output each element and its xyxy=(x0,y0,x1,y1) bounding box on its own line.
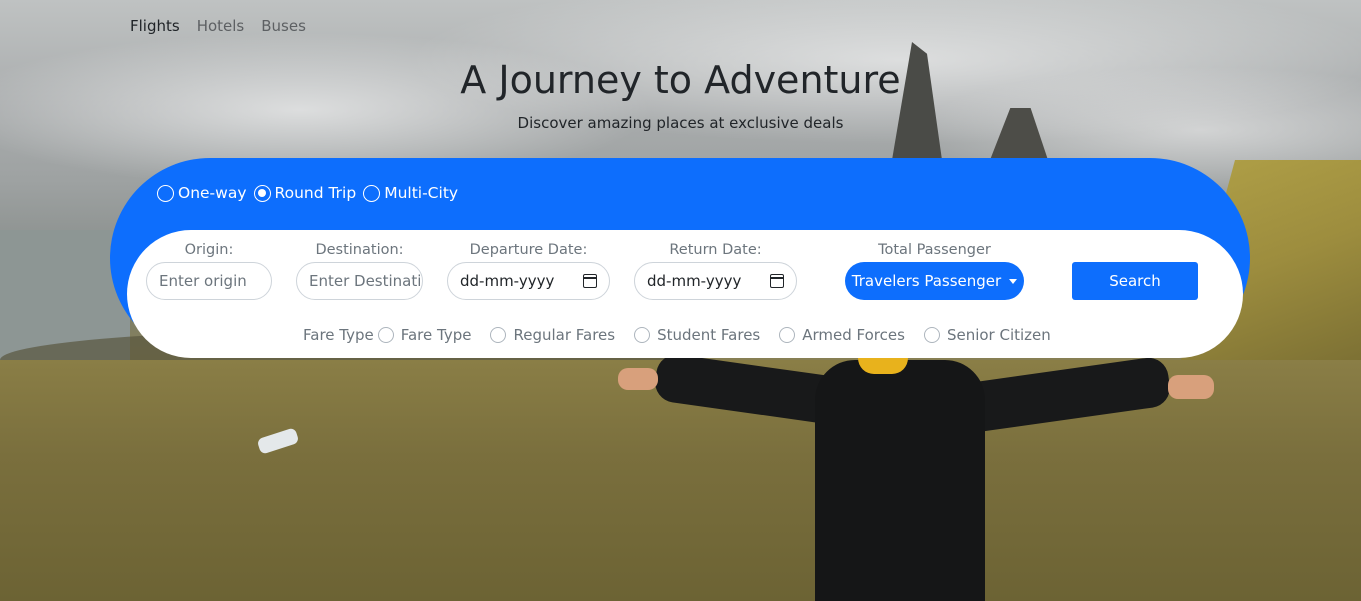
return-field: Return Date: dd-mm-yyyy xyxy=(634,242,797,300)
radio-icon[interactable] xyxy=(779,327,796,343)
trip-type-round-trip[interactable]: Round Trip xyxy=(253,184,357,202)
caret-down-icon xyxy=(1009,278,1018,284)
search-button[interactable]: Search xyxy=(1072,262,1198,300)
origin-input[interactable]: Enter origin xyxy=(146,262,272,300)
radio-icon[interactable] xyxy=(377,327,394,343)
nav-hotels[interactable]: Hotels xyxy=(197,17,245,35)
fare-option-regular[interactable]: Regular Fares xyxy=(490,326,615,344)
origin-field: Origin: Enter origin xyxy=(146,242,272,300)
destination-input[interactable]: Enter Destinati xyxy=(296,262,423,300)
fare-option-armed-forces[interactable]: Armed Forces xyxy=(779,326,905,344)
calendar-icon[interactable] xyxy=(770,274,784,288)
radio-icon[interactable] xyxy=(157,184,174,202)
fare-option-student[interactable]: Student Fares xyxy=(634,326,760,344)
nav-flights[interactable]: Flights xyxy=(130,17,180,35)
page-title: A Journey to Adventure xyxy=(460,58,901,102)
person-body xyxy=(815,360,985,601)
radio-checked-icon[interactable] xyxy=(253,184,271,202)
fare-type-group: Fare Type Fare Type Regular Fares Studen… xyxy=(303,326,1070,344)
fare-type-label: Fare Type xyxy=(303,326,374,344)
radio-icon[interactable] xyxy=(634,327,651,343)
fare-option-label: Fare Type xyxy=(400,326,472,344)
departure-label: Departure Date: xyxy=(469,242,588,258)
top-nav: Flights Hotels Buses xyxy=(130,17,306,35)
person-hand xyxy=(1168,375,1214,399)
passenger-dropdown-button[interactable]: Travelers Passenger xyxy=(845,262,1024,300)
trip-type-label: Multi-City xyxy=(384,184,459,202)
origin-label: Origin: xyxy=(184,242,234,258)
destination-label: Destination: xyxy=(315,242,404,258)
departure-date-value: dd-mm-yyyy xyxy=(460,272,555,290)
trip-type-multi-city[interactable]: Multi-City xyxy=(363,184,458,202)
radio-icon[interactable] xyxy=(363,184,381,202)
radio-icon[interactable] xyxy=(923,327,940,343)
nav-buses[interactable]: Buses xyxy=(261,17,306,35)
fare-option-label: Student Fares xyxy=(657,326,761,344)
fare-option-label: Senior Citizen xyxy=(946,326,1051,344)
person-hand xyxy=(618,368,658,390)
calendar-icon[interactable] xyxy=(583,274,597,288)
fare-option-senior-citizen[interactable]: Senior Citizen xyxy=(923,326,1051,344)
trip-type-group: One-way Round Trip Multi-City xyxy=(157,184,461,202)
destination-field: Destination: Enter Destinati xyxy=(296,242,423,300)
return-date-value: dd-mm-yyyy xyxy=(647,272,742,290)
trip-type-label: Round Trip xyxy=(274,184,357,202)
departure-field: Departure Date: dd-mm-yyyy xyxy=(447,242,610,300)
radio-icon[interactable] xyxy=(490,327,507,343)
page-subtitle: Discover amazing places at exclusive dea… xyxy=(517,114,844,132)
fare-option-label: Regular Fares xyxy=(513,326,616,344)
passenger-label: Total Passenger xyxy=(878,242,991,258)
trip-type-label: One-way xyxy=(178,184,247,202)
fare-option-label: Armed Forces xyxy=(802,326,905,344)
return-label: Return Date: xyxy=(669,242,762,258)
departure-date-input[interactable]: dd-mm-yyyy xyxy=(447,262,610,300)
return-date-input[interactable]: dd-mm-yyyy xyxy=(634,262,797,300)
trip-type-one-way[interactable]: One-way xyxy=(157,184,247,202)
fare-option-fare-type[interactable]: Fare Type xyxy=(377,326,472,344)
passenger-button-label: Travelers Passenger xyxy=(851,272,1002,290)
